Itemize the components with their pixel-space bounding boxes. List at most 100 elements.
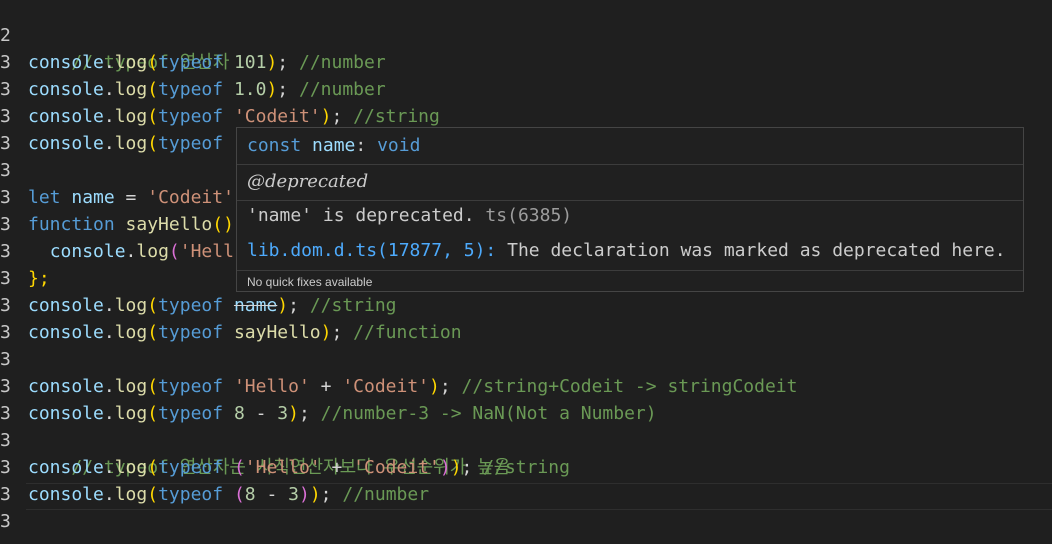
code-line-12[interactable]: console.log(typeof sayHello); //function: [28, 319, 462, 346]
bracket: (: [147, 295, 159, 316]
code-line-1[interactable]: // typeof 연산자: [28, 22, 229, 73]
keyword: typeof: [158, 322, 224, 343]
bracket: (: [168, 241, 180, 262]
keyword: typeof: [158, 79, 224, 100]
identifier: console: [28, 376, 104, 397]
code-line-5[interactable]: console.log(typeof: [28, 130, 223, 157]
code-line-14[interactable]: console.log(typeof 'Hello' + 'Codeit'); …: [28, 373, 797, 400]
punctuation: .: [103, 295, 115, 316]
bracket: (: [147, 484, 159, 505]
code-line-15[interactable]: console.log(typeof 8 - 3); //number-3 ->…: [28, 400, 657, 427]
line-number: 3: [0, 484, 11, 505]
punctuation: ;: [298, 403, 310, 424]
bracket: ): [288, 403, 299, 424]
hover-divider: [237, 270, 1023, 271]
bracket: ): [320, 322, 332, 343]
function-name: sayHello: [125, 214, 213, 235]
keyword: typeof: [158, 403, 224, 424]
punctuation: .: [103, 79, 115, 100]
code-line-4[interactable]: console.log(typeof 'Codeit'); //string: [28, 103, 440, 130]
signature-keyword: const: [247, 135, 302, 156]
code-line-7[interactable]: let name = 'Codeit': [28, 184, 234, 211]
code-line-8[interactable]: function sayHello(): [28, 211, 234, 238]
bracket: (: [147, 322, 159, 343]
code-line-3[interactable]: console.log(typeof 1.0); //number: [28, 76, 386, 103]
code-line-17[interactable]: console.log(typeof ('Hello' + 'Codeit'))…: [28, 454, 570, 481]
keyword: typeof: [158, 52, 224, 73]
bracket: ): [439, 457, 451, 478]
identifier: sayHello: [233, 322, 321, 343]
bracket: ): [266, 79, 278, 100]
comment: //number: [288, 52, 386, 73]
line-number: 3: [0, 268, 11, 289]
signature-colon: :: [355, 135, 378, 156]
hover-tooltip[interactable]: const name: void @deprecated 'name' is d…: [236, 127, 1024, 292]
string-literal: 'Codeit': [342, 376, 430, 397]
number-literal: 8: [233, 403, 245, 424]
method: log: [114, 79, 148, 100]
keyword: typeof: [158, 376, 224, 397]
bracket: ): [450, 457, 462, 478]
method: log: [114, 295, 148, 316]
comment: //number: [288, 79, 386, 100]
punctuation: ;: [331, 322, 343, 343]
source-link[interactable]: lib.dom.d.ts(17877, 5): [247, 240, 485, 261]
punctuation: .: [103, 457, 115, 478]
punctuation: .: [103, 484, 115, 505]
identifier: console: [28, 457, 104, 478]
code-line-2[interactable]: console.log(typeof 101); //number: [28, 49, 386, 76]
punctuation: ;: [277, 79, 289, 100]
method: log: [114, 52, 148, 73]
comment: //string: [342, 106, 440, 127]
number-literal: 3: [288, 484, 299, 505]
operator: -: [244, 403, 278, 424]
code-line-18[interactable]: console.log(typeof (8 - 3)); //number: [28, 481, 429, 508]
line-number-gutter: 2 3 3 3 3 3 3 3 3 3 3 3 3 3 3 3 3 3 3: [0, 22, 16, 532]
string-literal: 'Codeit': [147, 187, 234, 208]
signature-type: void: [377, 135, 421, 156]
keyword: typeof: [158, 457, 224, 478]
closing-brace: };: [28, 268, 50, 289]
line-number: 3: [0, 457, 11, 478]
string-literal: 'Codeit': [353, 457, 440, 478]
bracket: (: [147, 376, 159, 397]
string-literal: 'Hello': [244, 457, 321, 478]
identifier: console: [28, 106, 104, 127]
method: log: [114, 322, 148, 343]
code-line-16[interactable]: // typeof 연산자는 사칙연산자보다 우선순위가 높음: [28, 427, 510, 478]
method: log: [136, 241, 169, 262]
keyword: typeof: [158, 295, 224, 316]
line-number: 3: [0, 430, 11, 451]
punctuation: ;: [320, 484, 332, 505]
string-literal: 'Codeit': [233, 106, 321, 127]
line-number: 3: [0, 214, 11, 235]
code-line-10[interactable]: };: [28, 265, 50, 292]
line-number: 3: [0, 511, 11, 532]
number-literal: 1.0: [233, 79, 267, 100]
number-literal: 8: [244, 484, 256, 505]
string-literal: 'Hello': [233, 376, 310, 397]
number-literal: 3: [277, 403, 289, 424]
method: log: [114, 457, 148, 478]
number-literal: 101: [233, 52, 267, 73]
deprecated-identifier[interactable]: name: [234, 295, 277, 316]
punctuation: ;: [461, 457, 473, 478]
deprecation-message: 'name' is deprecated. ts(6385): [247, 204, 572, 228]
code-line-11[interactable]: console.log(typeof name); //string: [28, 292, 397, 319]
code-line-9[interactable]: console.log('Hell: [28, 238, 234, 265]
keyword: let: [28, 187, 61, 208]
bracket: (: [147, 106, 159, 127]
comment: //string: [298, 295, 397, 316]
line-number: 3: [0, 403, 11, 424]
bracket: (: [233, 457, 245, 478]
code-editor[interactable]: 2 3 3 3 3 3 3 3 3 3 3 3 3 3 3 3 3 3 3 //…: [0, 0, 1052, 544]
line-number: 3: [0, 133, 11, 154]
operator: -: [255, 484, 289, 505]
line-number: 3: [0, 106, 11, 127]
bracket: (): [212, 214, 234, 235]
ts-error-code: ts(6385): [474, 205, 573, 226]
punctuation: .: [103, 403, 115, 424]
bracket: ): [266, 52, 278, 73]
punctuation: .: [103, 133, 115, 154]
